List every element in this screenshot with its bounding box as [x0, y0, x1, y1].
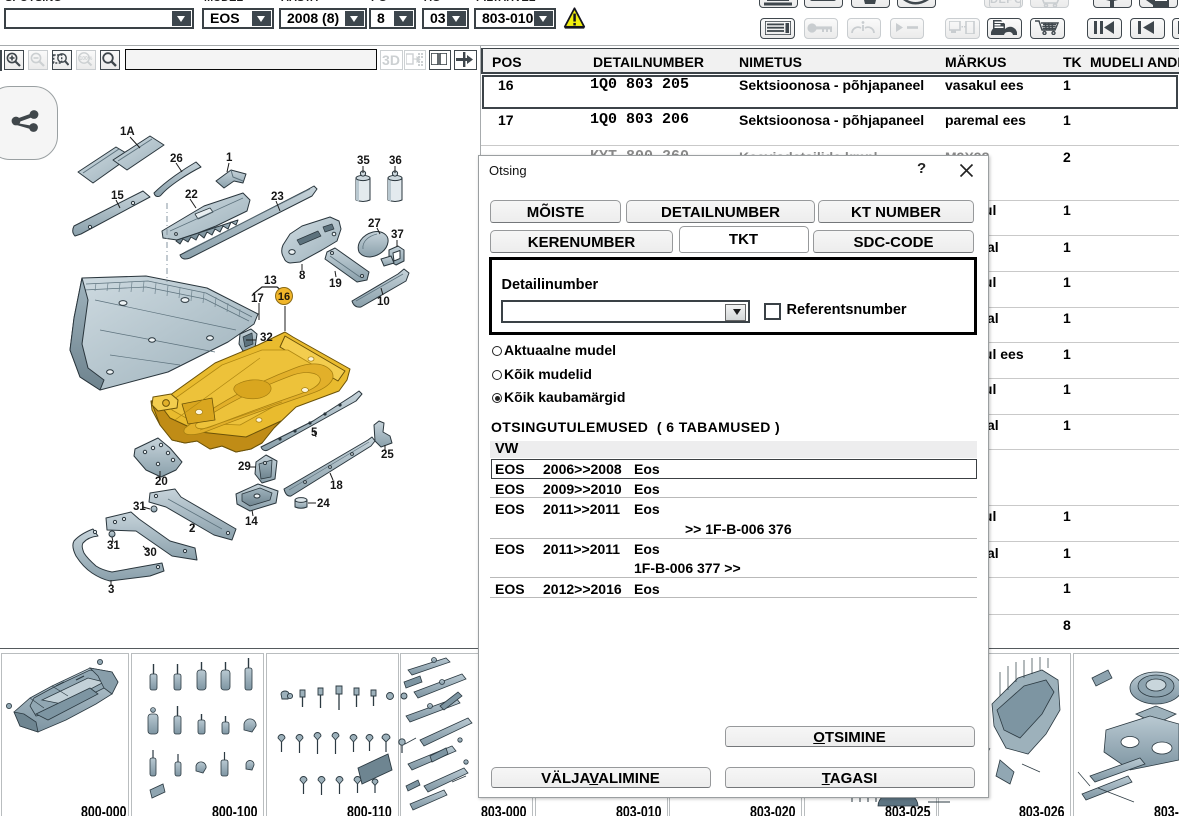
svg-text:22: 22	[185, 189, 198, 201]
svg-text:1A: 1A	[120, 126, 135, 138]
svg-text:30: 30	[144, 547, 157, 559]
svg-text:15: 15	[111, 190, 124, 202]
svg-text:16: 16	[278, 291, 290, 303]
svg-text:32: 32	[260, 332, 273, 344]
svg-text:18: 18	[330, 480, 343, 492]
svg-text:31: 31	[133, 501, 146, 513]
svg-text:1: 1	[226, 152, 233, 164]
svg-text:2: 2	[189, 523, 195, 535]
svg-text:29: 29	[238, 461, 251, 473]
svg-text:19: 19	[329, 278, 342, 290]
svg-text:8: 8	[299, 270, 306, 282]
svg-text:37: 37	[391, 229, 404, 241]
svg-text:26: 26	[170, 153, 183, 165]
svg-text:14: 14	[245, 516, 258, 528]
svg-text:5: 5	[311, 427, 318, 439]
svg-text:31: 31	[107, 540, 120, 552]
svg-text:10: 10	[377, 296, 390, 308]
svg-text:13: 13	[264, 275, 277, 287]
svg-text:3: 3	[108, 584, 114, 596]
svg-text:24: 24	[317, 498, 330, 510]
svg-text:23: 23	[271, 191, 284, 203]
svg-text:17: 17	[251, 293, 264, 305]
svg-text:36: 36	[389, 155, 402, 167]
svg-text:25: 25	[381, 449, 394, 461]
svg-text:27: 27	[368, 218, 381, 230]
svg-text:20: 20	[155, 476, 168, 488]
svg-text:35: 35	[357, 155, 370, 167]
